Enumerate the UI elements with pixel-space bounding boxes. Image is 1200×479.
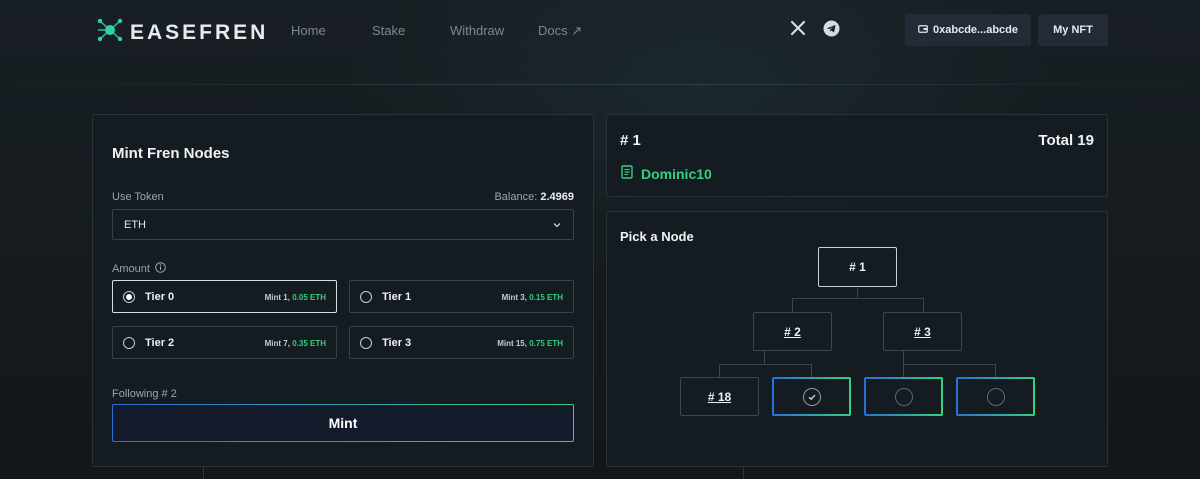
tree-connector <box>995 364 996 377</box>
tier-option-3[interactable]: Tier 3 Mint 15, 0.75 ETH <box>349 326 574 359</box>
radio-selected-icon <box>123 291 135 303</box>
tier-info: Mint 7, 0.35 ETH <box>264 339 326 348</box>
tree-connector <box>923 298 924 312</box>
decor-line <box>203 465 204 479</box>
node-number: # 1 <box>620 132 641 149</box>
amount-label: Amount <box>112 263 150 275</box>
empty-circle-icon <box>986 387 1005 406</box>
balance-label: Balance: <box>494 191 538 203</box>
nav-stake[interactable]: Stake <box>372 23 405 38</box>
decor-line <box>743 465 744 479</box>
tier-info: Mint 15, 0.75 ETH <box>497 339 563 348</box>
wallet-button[interactable]: 0xabcde...abcde <box>905 14 1031 46</box>
tree-connector <box>719 364 811 365</box>
telegram-icon[interactable] <box>823 20 840 42</box>
radio-icon <box>360 291 372 303</box>
tier-info: Mint 3, 0.15 ETH <box>501 293 563 302</box>
radio-icon <box>360 337 372 349</box>
node-label: # 18 <box>707 389 732 404</box>
balance-display: Balance: 2.4969 <box>494 191 574 203</box>
tier-option-1[interactable]: Tier 1 Mint 3, 0.15 ETH <box>349 280 574 313</box>
tree-node-root[interactable]: # 1 <box>818 247 897 287</box>
balance-value: 2.4969 <box>540 191 574 203</box>
tree-connector <box>903 364 995 365</box>
node-label: # 2 <box>784 324 801 339</box>
token-select-value: ETH <box>124 218 146 231</box>
tier-option-0[interactable]: Tier 0 Mint 1, 0.05 ETH <box>112 280 337 313</box>
node-total: Total 19 <box>1038 132 1094 149</box>
tree-node-2[interactable]: # 2 <box>753 312 832 351</box>
pick-node-title: Pick a Node <box>620 229 694 244</box>
node-owner-name: Dominic10 <box>641 165 712 182</box>
logo-text: EASEFREN <box>130 20 269 44</box>
wallet-address: 0xabcde...abcde <box>933 24 1018 36</box>
tree-node-slot-selected[interactable] <box>772 377 851 416</box>
tier-option-2[interactable]: Tier 2 Mint 7, 0.35 ETH <box>112 326 337 359</box>
use-token-label: Use Token <box>112 191 164 203</box>
node-info-panel: # 1 Total 19 Dominic10 <box>606 114 1108 197</box>
logo[interactable]: EASEFREN <box>96 17 268 48</box>
tree-connector <box>792 298 923 299</box>
tier-name: Tier 0 <box>145 291 175 303</box>
nav-docs[interactable]: Docs ↗ <box>538 23 582 39</box>
tree-node-slot-empty[interactable] <box>956 377 1035 416</box>
mint-button[interactable]: Mint <box>112 404 574 442</box>
tree-connector <box>764 351 765 364</box>
node-owner: Dominic10 <box>621 165 712 182</box>
tree-connector <box>903 364 904 377</box>
tree-connector <box>811 364 812 377</box>
tree-connector <box>719 364 720 377</box>
node-label: # 1 <box>849 260 866 274</box>
header: EASEFREN Home Stake Withdraw Docs ↗ 0xab… <box>0 0 1200 62</box>
tier-name: Tier 2 <box>145 337 175 349</box>
checkmark-icon <box>802 387 821 406</box>
my-nft-button[interactable]: My NFT <box>1038 14 1108 46</box>
x-icon[interactable] <box>790 20 806 41</box>
tree-connector <box>792 298 793 312</box>
empty-circle-icon <box>894 387 913 406</box>
tree-node-18[interactable]: # 18 <box>680 377 759 416</box>
mint-title: Mint Fren Nodes <box>112 145 230 162</box>
following-label: Following # 2 <box>112 388 177 400</box>
tree-connector <box>857 288 858 298</box>
wallet-icon <box>918 24 928 37</box>
document-icon <box>621 165 633 182</box>
logo-mark-icon <box>96 17 124 48</box>
pick-node-panel: Pick a Node # 1 # 2 # 3 # 18 <box>606 211 1108 467</box>
nav-withdraw[interactable]: Withdraw <box>450 23 504 38</box>
tier-name: Tier 3 <box>382 337 412 349</box>
header-divider <box>0 84 1200 85</box>
nav-home[interactable]: Home <box>291 23 326 38</box>
radio-icon <box>123 337 135 349</box>
tree-node-3[interactable]: # 3 <box>883 312 962 351</box>
node-label: # 3 <box>914 324 931 339</box>
tree-node-slot-empty[interactable] <box>864 377 943 416</box>
chevron-down-icon <box>552 220 562 233</box>
token-select[interactable]: ETH <box>112 209 574 240</box>
mint-panel: Mint Fren Nodes Use Token Balance: 2.496… <box>92 114 594 467</box>
tier-info: Mint 1, 0.05 ETH <box>264 293 326 302</box>
tree-connector <box>903 351 904 364</box>
info-icon[interactable] <box>155 262 166 276</box>
amount-label-row: Amount <box>112 262 166 276</box>
tier-name: Tier 1 <box>382 291 412 303</box>
